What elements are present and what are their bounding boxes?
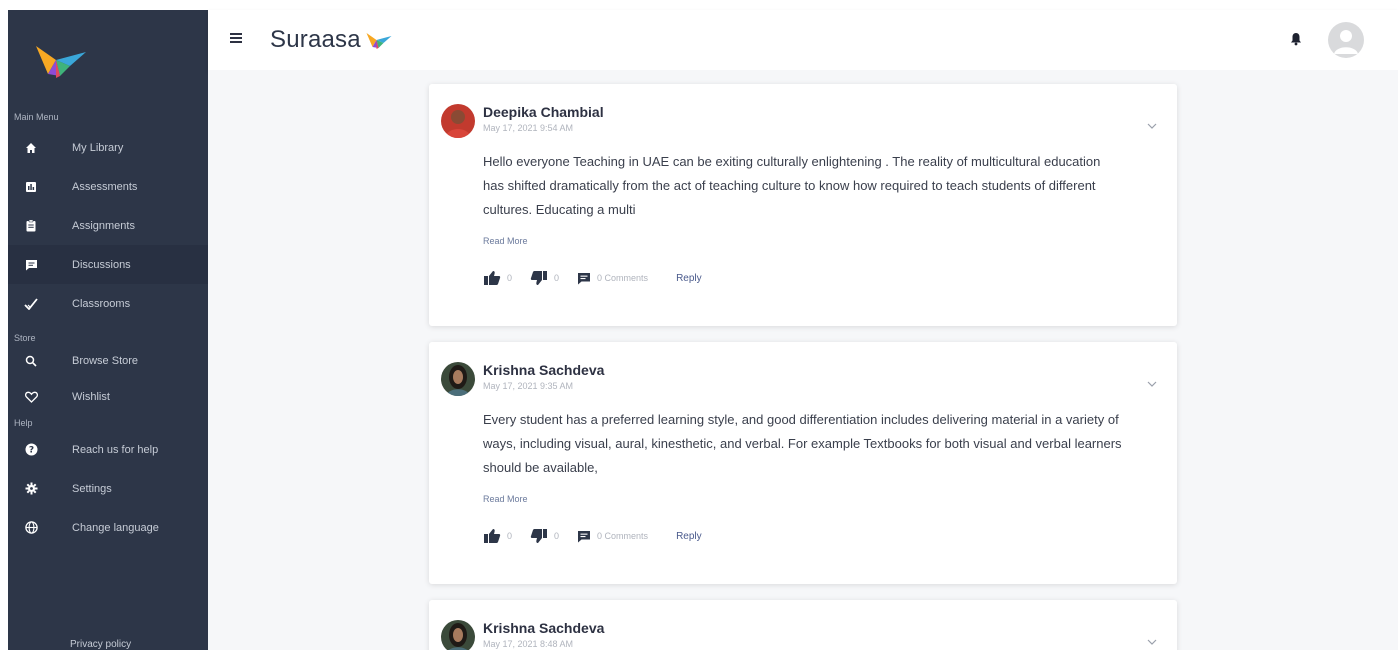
sidebar-item-assignments[interactable]: Assignments (8, 206, 208, 245)
sidebar-item-my-library[interactable]: My Library (8, 128, 208, 167)
hamburger-menu-icon[interactable] (230, 30, 246, 46)
privacy-policy-link[interactable]: Privacy policy (70, 639, 131, 650)
home-icon (22, 140, 40, 156)
sidebar-item-label: Assignments (72, 219, 135, 232)
author-avatar (441, 104, 475, 138)
dislike-count: 0 (554, 531, 560, 541)
gear-icon (22, 481, 40, 497)
help-label: Help (14, 418, 33, 428)
sidebar-logo[interactable] (8, 10, 208, 110)
comments-button[interactable]: 0 Comments (577, 530, 648, 543)
sidebar-item-label: Settings (72, 482, 112, 495)
reply-button[interactable]: Reply (676, 531, 702, 542)
read-more-link[interactable]: Read More (483, 236, 528, 246)
dislike-count: 0 (554, 273, 560, 283)
thumbs-down-icon (530, 529, 548, 543)
sidebar-item-label: Wishlist (72, 390, 110, 403)
post-body: Every student has a preferred learning s… (483, 412, 1122, 475)
user-avatar[interactable] (1328, 22, 1364, 58)
main-menu-label: Main Menu (14, 112, 59, 122)
like-count: 0 (507, 273, 513, 283)
discussion-feed: Deepika Chambial May 17, 2021 9:54 AM He… (208, 70, 1398, 650)
post-date: May 17, 2021 8:48 AM (483, 639, 574, 649)
sidebar-item-reach-us[interactable]: ? Reach us for help (8, 430, 208, 469)
sidebar-item-label: Browse Store (72, 355, 139, 367)
sidebar-item-assessments[interactable]: Assessments (8, 167, 208, 206)
post-actions: 0 0 0 Comments Reply (483, 528, 702, 544)
dislike-button[interactable]: 0 (530, 270, 559, 286)
read-more-link[interactable]: Read More (483, 494, 528, 504)
sidebar-item-browse-store[interactable]: Browse Store (8, 345, 208, 377)
author-avatar (441, 362, 475, 396)
comment-count: 0 Comments (597, 531, 649, 541)
brand-logo[interactable]: Suraasa (270, 26, 393, 54)
post-body: Hello everyone Teaching in UAE can be ex… (483, 154, 1101, 217)
comments-button[interactable]: 0 Comments (577, 272, 648, 285)
thumbs-up-icon (484, 271, 501, 285)
author-avatar (441, 620, 475, 650)
sidebar-item-discussions[interactable]: Discussions (8, 245, 208, 284)
discussion-card[interactable]: Krishna Sachdeva May 17, 2021 9:35 AM Ev… (429, 342, 1177, 584)
search-icon (22, 353, 40, 369)
user-icon (1334, 30, 1358, 54)
assessment-icon (22, 179, 40, 195)
discussion-card[interactable]: Deepika Chambial May 17, 2021 9:54 AM He… (429, 84, 1177, 326)
brand-name: Suraasa (270, 26, 361, 53)
thumbs-up-icon (484, 529, 501, 543)
sidebar-item-label: My Library (72, 141, 124, 154)
svg-text:?: ? (28, 446, 33, 456)
top-header: Suraasa (208, 10, 1398, 70)
reply-button[interactable]: Reply (676, 273, 702, 284)
heart-icon (22, 389, 40, 405)
butterfly-logo-icon (366, 33, 392, 49)
sidebar: Main Menu My Library Assessments Assignm… (8, 10, 208, 650)
check-icon (22, 296, 40, 312)
discussion-card[interactable]: Krishna Sachdeva May 17, 2021 8:48 AM (429, 600, 1177, 650)
butterfly-logo-icon (36, 46, 86, 78)
sidebar-item-classrooms[interactable]: Classrooms (8, 284, 208, 323)
comment-count: 0 Comments (597, 273, 649, 283)
notification-bell-icon[interactable] (1290, 32, 1302, 51)
discussion-icon (22, 257, 40, 273)
post-actions: 0 0 0 Comments Reply (483, 270, 702, 286)
post-date: May 17, 2021 9:54 AM (483, 123, 574, 133)
chevron-down-icon[interactable] (1147, 632, 1157, 650)
sidebar-item-change-language[interactable]: Change language (8, 508, 208, 547)
globe-icon (22, 520, 40, 536)
chevron-down-icon[interactable] (1147, 116, 1157, 134)
post-date: May 17, 2021 9:35 AM (483, 381, 574, 391)
sidebar-item-label: Change language (72, 521, 159, 534)
sidebar-item-wishlist[interactable]: Wishlist (8, 377, 208, 416)
like-count: 0 (507, 531, 513, 541)
like-button[interactable]: 0 (483, 270, 512, 286)
clipboard-icon (22, 218, 40, 234)
author-name[interactable]: Deepika Chambial (483, 104, 604, 120)
sidebar-item-label: Classrooms (72, 297, 131, 310)
sidebar-item-label: Assessments (72, 180, 138, 193)
dislike-button[interactable]: 0 (530, 528, 559, 544)
store-label: Store (14, 333, 36, 343)
comment-icon (578, 272, 591, 284)
thumbs-down-icon (530, 271, 548, 285)
like-button[interactable]: 0 (483, 528, 512, 544)
author-name[interactable]: Krishna Sachdeva (483, 362, 604, 378)
chevron-down-icon[interactable] (1147, 374, 1157, 392)
author-name[interactable]: Krishna Sachdeva (483, 620, 604, 636)
comment-icon (578, 530, 591, 542)
help-icon: ? (22, 442, 40, 458)
sidebar-item-label: Discussions (72, 258, 131, 271)
sidebar-item-settings[interactable]: Settings (8, 469, 208, 508)
sidebar-item-label: Reach us for help (72, 443, 159, 456)
